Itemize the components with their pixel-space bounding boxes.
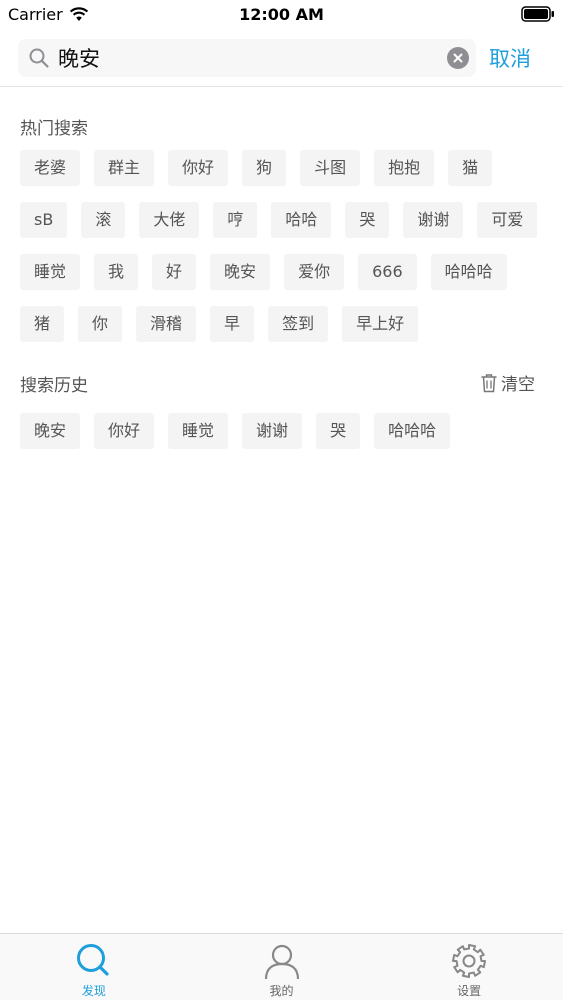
hot-search-tag[interactable]: 我 [94,254,139,290]
history-tag[interactable]: 睡觉 [168,413,229,449]
hot-search-tag[interactable]: 哈哈哈 [430,254,507,290]
clear-history-label: 清空 [501,375,535,395]
search-history-tags: 晚安 你好 睡觉 谢谢哭哈哈哈 [20,413,550,449]
hot-search-tag[interactable]: 猫 [448,150,493,186]
search-icon [29,48,49,68]
clear-search-icon[interactable] [447,47,469,69]
clear-history-button[interactable]: 清空 [480,370,535,395]
tab-label: 发现 [81,984,106,998]
gear-outline [452,944,487,978]
history-tag[interactable]: 谢谢 [242,413,303,449]
tab-discover[interactable]: 发现 [0,934,188,1000]
hot-search-tag[interactable]: 早上好 [342,306,419,342]
history-tag[interactable]: 你好 [94,413,155,449]
hot-search-tag[interactable]: 滑稽 [136,306,197,342]
hot-search-tag[interactable]: 早 [210,306,255,342]
search-box[interactable] [18,39,476,77]
hot-search-tag[interactable]: 猪 [20,306,65,342]
search-header: 取消 [0,30,563,87]
hot-search-tag[interactable]: 哼 [213,202,258,238]
hot-search-tag[interactable]: 好 [152,254,197,290]
hot-search-tag[interactable]: 签到 [268,306,329,342]
search-input[interactable] [58,39,428,77]
tab-bar: 发现 我的 设置 [0,933,563,1000]
tab-label: 我的 [269,984,294,998]
hot-search-tag[interactable]: 群主 [94,150,155,186]
hot-search-tag[interactable]: 狗 [242,150,287,186]
battery-icon [521,6,554,22]
gear-center [462,954,476,968]
hot-search-tag[interactable]: 可爱 [477,202,538,238]
history-tag[interactable]: 哭 [316,413,361,449]
hot-search-tag[interactable]: 666 [358,254,417,290]
hot-search-title: 热门搜索 [20,119,88,139]
gear-icon [452,944,487,978]
search-icon [76,944,109,976]
search-history-title: 搜索历史 [20,376,88,396]
hot-search-tag[interactable]: 老婆 [20,150,81,186]
tab-settings[interactable]: 设置 [375,934,563,1000]
hot-search-tag[interactable]: 睡觉 [20,254,81,290]
hot-search-tag[interactable]: 你 [78,306,123,342]
history-tag[interactable]: 哈哈哈 [374,413,451,449]
hot-search-tag[interactable]: 晚安 [210,254,271,290]
hot-search-tag[interactable]: 哈哈 [271,202,332,238]
person-icon [264,944,299,980]
tab-mine[interactable]: 我的 [188,934,376,1000]
trash-icon [481,373,497,392]
hot-search-tag[interactable]: 爱你 [284,254,345,290]
hot-search-tag[interactable]: 滚 [81,202,126,238]
hot-search-tag[interactable]: 大佬 [139,202,200,238]
status-bar: Carrier 12:00 AM [0,0,563,30]
hot-search-tag[interactable]: 哭 [345,202,390,238]
hot-search-tag[interactable]: 谢谢 [403,202,464,238]
hot-search-tag[interactable]: 斗图 [300,150,361,186]
history-tag[interactable]: 晚安 [20,413,81,449]
hot-search-tag[interactable]: sB [20,202,68,238]
hot-search-tag[interactable]: 抱抱 [374,150,435,186]
hot-search-tag[interactable]: 你好 [168,150,229,186]
cancel-button[interactable]: 取消 [489,43,531,73]
tab-label: 设置 [457,984,482,998]
status-time: 12:00 AM [239,5,324,24]
hot-search-tags: 老婆 群主 你好狗斗图 抱抱猫 sB 滚大佬哼哈哈哭谢谢 可爱睡觉我好晚安 爱你 666 哈哈哈猪… [20,150,550,342]
